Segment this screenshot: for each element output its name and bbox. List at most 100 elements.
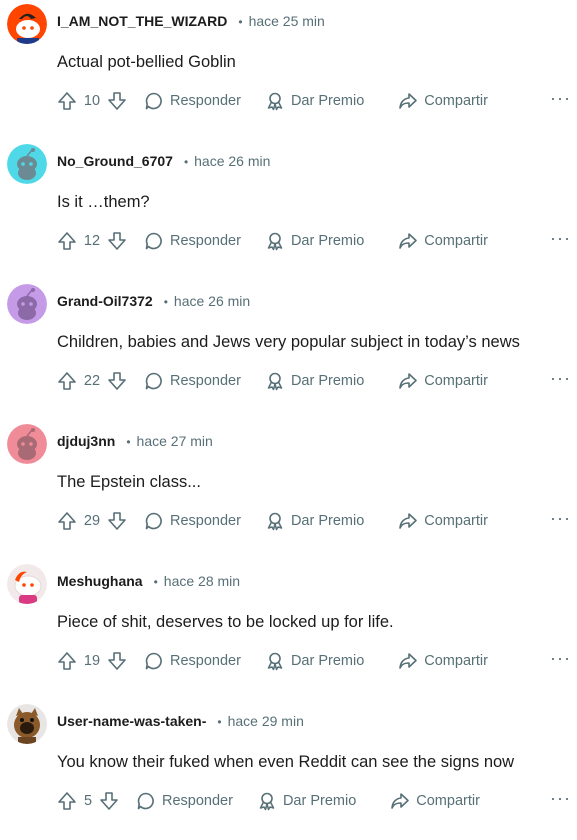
downvote-button[interactable] [107,511,127,531]
downvote-icon [108,512,126,530]
share-label: Compartir [424,93,488,109]
share-label: Compartir [424,373,488,389]
share-icon [399,93,418,109]
timestamp[interactable]: hace 29 min [228,713,304,729]
comment-bubble-icon [145,232,162,250]
timestamp[interactable]: hace 28 min [164,573,240,589]
username[interactable]: I_AM_NOT_THE_WIZARD [57,13,227,29]
timestamp[interactable]: hace 27 min [137,433,213,449]
share-label: Compartir [424,233,488,249]
comment-body: Is it …them? [57,193,150,211]
downvote-button[interactable] [99,791,119,811]
award-button[interactable]: Dar Premio [265,371,364,391]
upvote-button[interactable] [57,651,77,671]
share-icon [399,513,418,529]
share-icon [399,373,418,389]
award-label: Dar Premio [290,653,365,669]
timestamp[interactable]: hace 26 min [174,293,250,309]
reply-button[interactable]: Responder [136,791,233,811]
upvote-button[interactable] [57,91,77,111]
share-button[interactable]: Compartir [398,511,488,531]
comment-actions: 12 Responder Dar Premio Compartir [57,229,488,253]
comment-actions: 22 Responder Dar Premio Compartir [57,369,488,393]
username[interactable]: djduj3nn [57,433,115,449]
comment-body: Children, babies and Jews very popular s… [57,333,520,351]
share-icon [391,793,410,809]
award-icon [267,372,283,391]
comment-meta: User-name-was-taken- • hace 29 min [57,713,304,729]
upvote-button[interactable] [57,511,77,531]
downvote-button[interactable] [107,231,127,251]
award-button[interactable]: Dar Premio [265,651,364,671]
more-options-icon[interactable]: ··· [550,369,571,387]
upvote-icon [58,372,76,390]
award-label: Dar Premio [290,513,365,529]
comment: Grand-Oil7372 • hace 26 min Children, babi… [0,280,577,420]
comment-body: Piece of shit, deserves to be locked up … [57,613,394,631]
downvote-icon [100,792,118,810]
reply-label: Responder [170,233,241,249]
upvote-button[interactable] [57,231,77,251]
timestamp[interactable]: hace 26 min [194,153,270,169]
username[interactable]: Meshughana [57,573,143,589]
vote-count: 22 [83,373,101,389]
share-button[interactable]: Compartir [398,371,488,391]
username[interactable]: Grand-Oil7372 [57,293,153,309]
award-button[interactable]: Dar Premio [265,91,364,111]
downvote-button[interactable] [107,371,127,391]
share-button[interactable]: Compartir [398,91,488,111]
comment-body: The Epstein class... [57,473,201,491]
separator-dot: • [126,435,131,449]
downvote-button[interactable] [107,651,127,671]
award-label: Dar Premio [282,793,357,809]
reply-button[interactable]: Responder [144,511,241,531]
comment-bubble-icon [145,92,162,110]
more-options-icon[interactable]: ··· [550,89,571,107]
comment-actions: 5 Responder Dar Premio Compartir [57,789,480,813]
more-options-icon[interactable]: ··· [550,789,571,807]
comment-bubble-icon [145,512,162,530]
vote-count: 19 [83,653,101,669]
more-options-icon[interactable]: ··· [550,509,571,527]
separator-dot: • [183,155,189,169]
award-label: Dar Premio [290,233,365,249]
comment: I_AM_NOT_THE_WIZARD • hace 25 min Actual p… [0,0,577,140]
avatar[interactable] [7,704,47,744]
separator-dot: • [217,715,222,729]
comment: Meshughana • hace 28 min Piece of shit, de… [0,560,577,700]
reply-button[interactable]: Responder [144,231,241,251]
reply-label: Responder [170,513,241,529]
username[interactable]: No_Ground_6707 [57,153,173,169]
upvote-button[interactable] [57,371,77,391]
avatar[interactable] [7,144,47,184]
downvote-icon [108,92,126,110]
reply-button[interactable]: Responder [144,371,241,391]
downvote-button[interactable] [107,91,127,111]
timestamp[interactable]: hace 25 min [249,13,325,29]
upvote-icon [58,652,76,670]
comment: No_Ground_6707 • hace 26 min Is it …them? … [0,140,577,280]
more-options-icon[interactable]: ··· [550,229,571,247]
reply-label: Responder [170,653,241,669]
more-options-icon[interactable]: ··· [550,649,571,667]
avatar[interactable] [7,4,47,44]
upvote-button[interactable] [57,791,77,811]
avatar[interactable] [7,424,47,464]
award-button[interactable]: Dar Premio [257,791,356,811]
comment: User-name-was-taken- • hace 29 min You kno… [0,700,577,840]
vote-count: 12 [83,233,101,249]
username[interactable]: User-name-was-taken- [57,713,206,729]
comment-actions: 19 Responder Dar Premio Compartir [57,649,488,673]
award-button[interactable]: Dar Premio [265,511,364,531]
share-button[interactable]: Compartir [398,651,488,671]
upvote-icon [58,92,76,110]
comment-meta: Grand-Oil7372 • hace 26 min [57,293,250,309]
reply-button[interactable]: Responder [144,91,241,111]
avatar[interactable] [7,284,47,324]
comment-meta: No_Ground_6707 • hace 26 min [57,153,270,169]
share-button[interactable]: Compartir [398,231,488,251]
share-button[interactable]: Compartir [390,791,480,811]
award-button[interactable]: Dar Premio [265,231,364,251]
avatar[interactable] [7,564,47,604]
reply-button[interactable]: Responder [144,651,241,671]
